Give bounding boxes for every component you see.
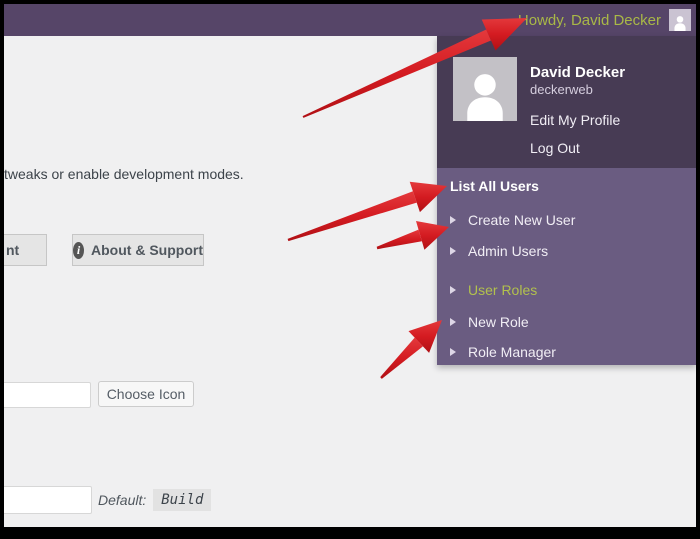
default-value-row: Default: Build <box>98 489 212 511</box>
user-display-name: David Decker <box>530 64 626 81</box>
tab-about-support[interactable]: i About & Support <box>72 234 204 266</box>
tab-partial[interactable]: nt <box>4 234 47 266</box>
user-avatar-large-icon <box>453 57 517 121</box>
submenu-arrow-icon <box>450 286 456 294</box>
default-value-code: Build <box>153 489 212 511</box>
label-input[interactable] <box>4 486 92 514</box>
submenu-arrow-icon <box>450 247 456 255</box>
user-dropdown-menu: David Decker deckerweb Edit My Profile L… <box>437 36 696 365</box>
submenu-arrow-icon <box>450 216 456 224</box>
log-out-link[interactable]: Log Out <box>530 140 625 156</box>
list-all-users-heading[interactable]: List All Users <box>450 178 539 194</box>
tab-partial-label: nt <box>6 242 20 258</box>
menu-item-new-role[interactable]: New Role <box>450 314 529 330</box>
submenu-arrow-icon <box>450 348 456 356</box>
menu-item-admin-users[interactable]: Admin Users <box>450 243 548 259</box>
users-submenu-section: List All Users Create New User Admin Use… <box>437 168 696 365</box>
howdy-label: Howdy, David Decker <box>517 11 661 29</box>
menu-item-create-new-user[interactable]: Create New User <box>450 212 575 228</box>
default-label: Default: <box>98 492 147 508</box>
edit-profile-link[interactable]: Edit My Profile <box>530 112 625 128</box>
user-login-name: deckerweb <box>530 82 593 97</box>
info-icon: i <box>73 241 85 259</box>
admin-toolbar: Howdy, David Decker <box>4 4 696 36</box>
howdy-menu[interactable]: Howdy, David Decker <box>518 4 691 36</box>
submenu-arrow-icon <box>450 318 456 326</box>
user-info-column: David Decker deckerweb Edit My Profile L… <box>530 64 625 156</box>
user-info-section: David Decker deckerweb Edit My Profile L… <box>437 36 696 168</box>
icon-input[interactable] <box>4 382 91 408</box>
menu-item-role-manager[interactable]: Role Manager <box>450 344 556 360</box>
menu-item-user-roles[interactable]: User Roles <box>450 282 537 298</box>
user-avatar-small-icon <box>669 9 691 31</box>
intro-text: tweaks or enable development modes. <box>4 166 244 182</box>
choose-icon-button[interactable]: Choose Icon <box>98 381 194 407</box>
tab-about-support-label: About & Support <box>91 242 203 258</box>
